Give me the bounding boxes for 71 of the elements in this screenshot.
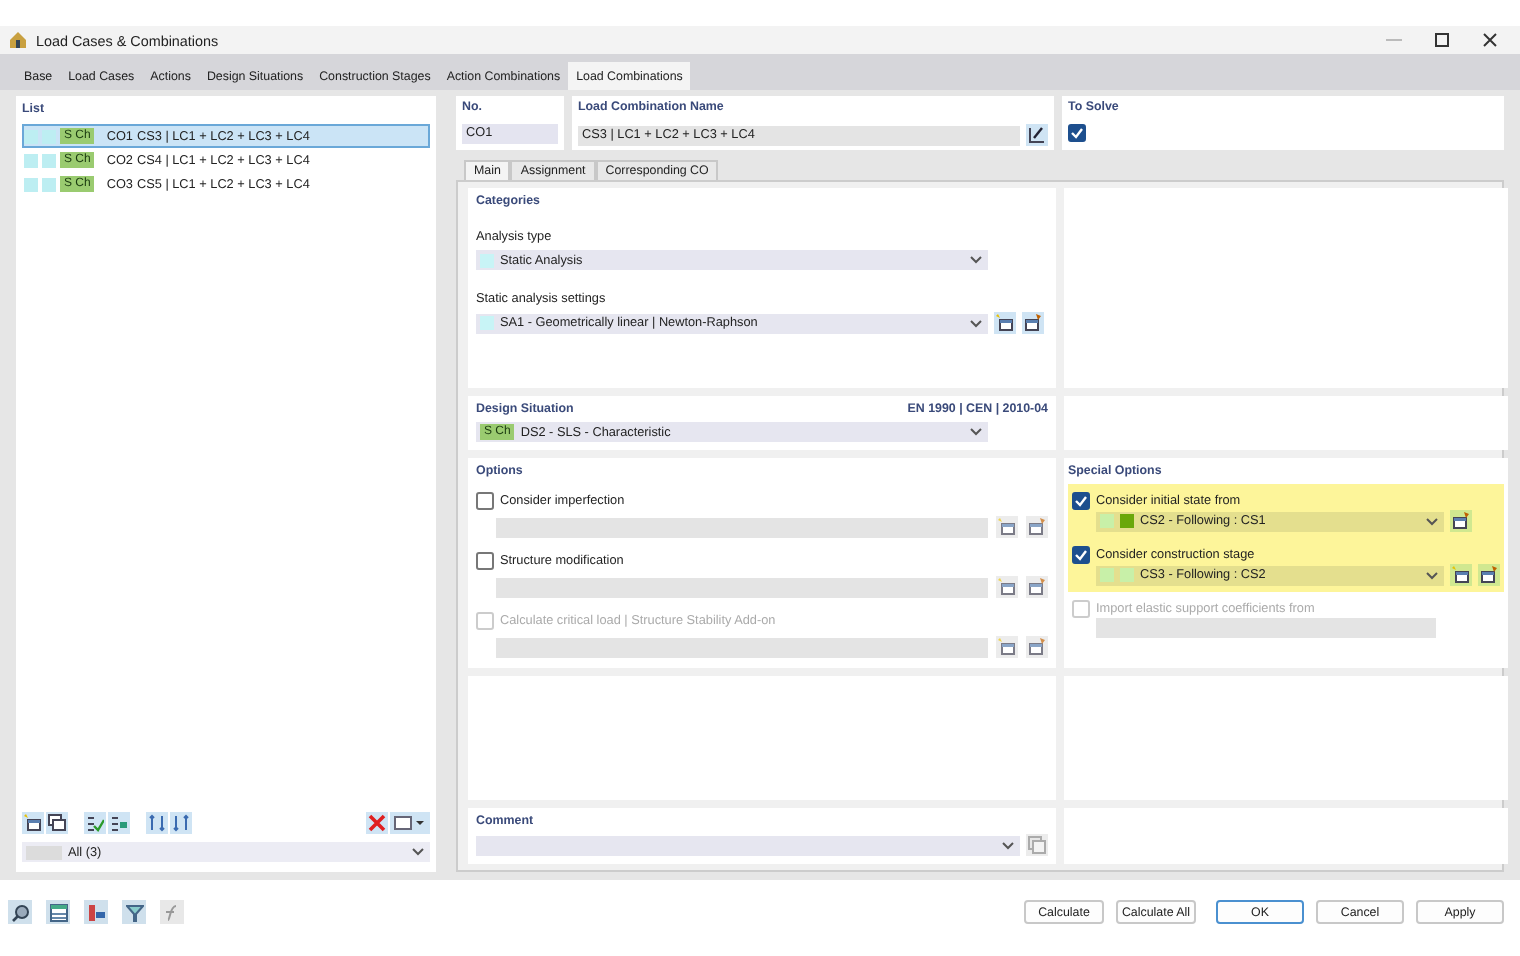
filter-button[interactable] [122, 900, 146, 924]
edit-button[interactable] [1478, 564, 1500, 586]
new-button[interactable] [996, 576, 1018, 598]
new-icon [1452, 566, 1470, 584]
close-icon[interactable] [1482, 32, 1498, 48]
structure-icon [87, 903, 105, 921]
caret-icon [970, 256, 982, 264]
color-swatch [24, 153, 38, 167]
caret-icon [1002, 841, 1014, 849]
color-swatch [42, 129, 56, 143]
new-button[interactable] [1450, 564, 1472, 586]
new-icon [998, 638, 1016, 656]
checkbox[interactable] [1072, 546, 1090, 564]
color-swatch [26, 845, 62, 859]
checkbox[interactable] [1072, 492, 1090, 510]
search-button[interactable] [8, 900, 32, 924]
edit-button[interactable] [1022, 312, 1044, 334]
structure-button[interactable] [84, 900, 108, 924]
checkbox[interactable] [476, 552, 494, 570]
edit-icon [1452, 512, 1470, 530]
new-button[interactable] [996, 516, 1018, 538]
copy-button[interactable] [46, 812, 68, 834]
color-swatch [42, 153, 56, 167]
checkmark-icon [86, 814, 104, 832]
edit-icon [1028, 578, 1046, 596]
comment-field[interactable] [476, 835, 1020, 855]
caret-icon [970, 319, 982, 327]
close-icon [368, 814, 386, 832]
pencil-icon [1028, 126, 1046, 144]
copy-icon [48, 814, 66, 832]
sort-button[interactable] [170, 812, 192, 834]
table-icon [49, 903, 67, 921]
new-icon [998, 578, 1016, 596]
search-icon [11, 903, 29, 921]
list-icon [110, 814, 128, 832]
edit-button[interactable] [1026, 124, 1048, 146]
funnel-icon [125, 903, 143, 921]
new-icon [998, 518, 1016, 536]
new-icon [996, 314, 1014, 332]
edit-icon [1480, 566, 1498, 584]
new-button[interactable] [22, 812, 44, 834]
maximize-icon[interactable] [1434, 32, 1450, 48]
new-button[interactable] [996, 636, 1018, 658]
check-button[interactable] [108, 812, 130, 834]
caret-icon [970, 428, 982, 436]
renumber-button[interactable] [146, 812, 168, 834]
caret-icon [1426, 517, 1438, 525]
edit-icon [1028, 638, 1046, 656]
table-button[interactable] [46, 900, 70, 924]
color-swatch [24, 177, 38, 191]
checkbox[interactable] [476, 492, 494, 510]
formula-button[interactable] [160, 900, 184, 924]
view-button[interactable] [390, 812, 430, 834]
check-button[interactable] [84, 812, 106, 834]
caret-icon [1426, 571, 1438, 579]
view-icon [394, 816, 426, 830]
edit-icon [1028, 518, 1046, 536]
new-button[interactable] [994, 312, 1016, 334]
edit-button[interactable] [1450, 510, 1472, 532]
caret-icon [412, 848, 424, 856]
new-icon [24, 814, 42, 832]
color-swatch [24, 129, 38, 143]
app-icon [8, 30, 28, 50]
cycle-arrows-icon [148, 814, 166, 832]
checkbox[interactable] [1068, 124, 1086, 142]
color-swatch [42, 177, 56, 191]
edit-icon [1024, 314, 1042, 332]
formula-icon [163, 903, 181, 921]
sort-icon [172, 814, 190, 832]
copy-icon [1028, 836, 1046, 854]
delete-button[interactable] [366, 812, 388, 834]
